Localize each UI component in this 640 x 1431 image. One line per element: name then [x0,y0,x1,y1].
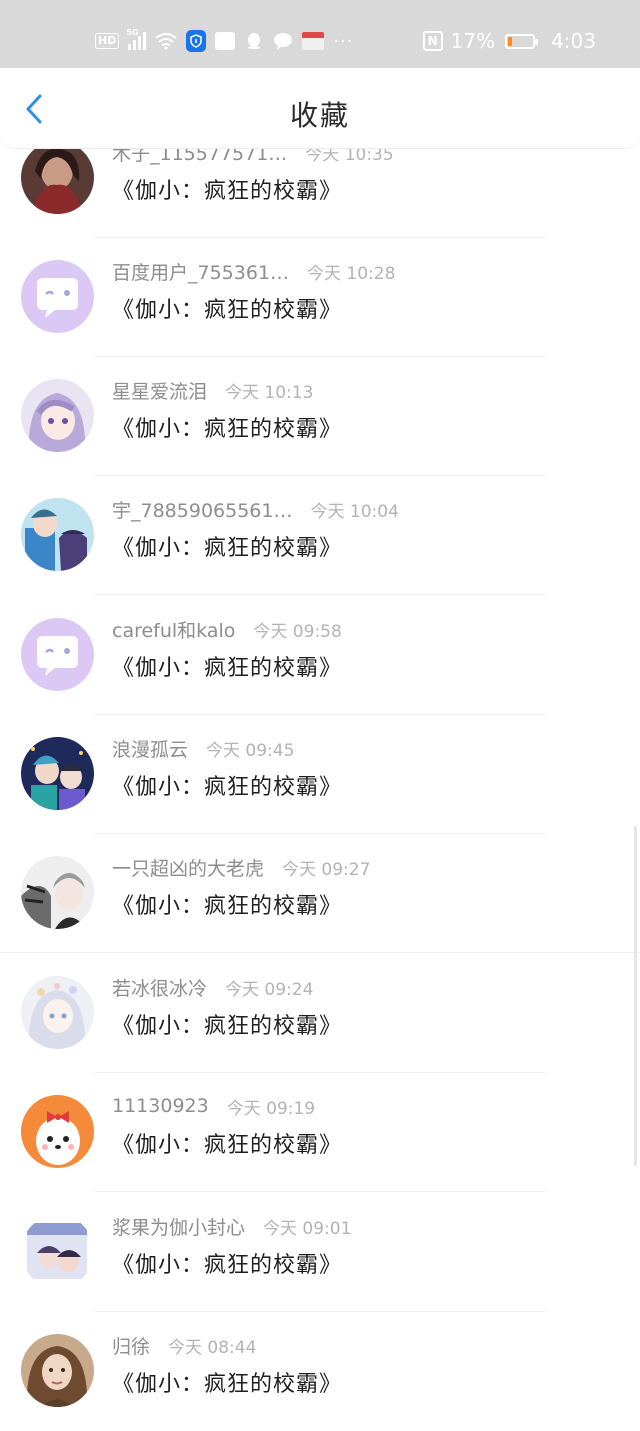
timestamp: 今天 09:19 [226,1098,316,1119]
list-item[interactable]: 浆果为伽小封心 今天 09:01 《伽小：疯狂的校霸》 [0,1193,640,1312]
avatar[interactable] [21,737,94,810]
timestamp: 今天 09:24 [225,979,314,1000]
item-meta: 浆果为伽小封心 今天 09:01 [112,1211,351,1241]
book-title[interactable]: 《伽小：疯狂的校霸》 [112,888,342,920]
avatar[interactable] [21,618,94,691]
wifi-icon [155,33,177,50]
book-title[interactable]: 《伽小：疯狂的校霸》 [112,1127,342,1159]
nfc-icon: N [422,31,443,51]
timestamp: 今天 10:04 [310,501,399,522]
item-meta: careful和kalo 今天 09:58 [112,614,342,644]
item-meta: 11130923 今天 09:19 [112,1091,315,1121]
divider [94,1191,546,1192]
battery-level [508,36,513,46]
book-title[interactable]: 《伽小：疯狂的校霸》 [112,1008,342,1040]
battery-icon [505,33,539,49]
timestamp: 今天 10:28 [307,263,396,284]
username[interactable]: 归徐 [112,1332,150,1359]
book-title[interactable]: 《伽小：疯狂的校霸》 [112,769,342,801]
avatar[interactable] [21,379,94,452]
timestamp: 今天 10:13 [225,382,314,403]
item-meta: 浪漫孤云 今天 09:45 [112,733,294,763]
status-icons-right: N 17% 4:03 [422,26,596,56]
clock: 4:03 [551,29,596,53]
more-notifications-icon: ··· [333,30,354,52]
list-item[interactable]: 一只超凶的大老虎 今天 09:27 《伽小：疯狂的校霸》 [0,834,640,953]
username[interactable]: careful和kalo [112,616,235,643]
signal-icon: 5G [126,28,147,50]
app-notification-icon [302,32,325,50]
notes-app-icon [215,32,236,50]
hd-icon: HD [95,33,120,49]
book-title[interactable]: 《伽小：疯狂的校霸》 [112,292,342,324]
divider [94,594,546,595]
book-title[interactable]: 《伽小：疯狂的校霸》 [112,1366,342,1398]
battery-percent: 17% [450,29,496,53]
timestamp: 今天 09:58 [253,621,342,642]
item-meta: 星星爱流泪 今天 10:13 [112,375,313,405]
avatar[interactable] [21,856,94,929]
username[interactable]: 若冰很冰冷 [112,974,207,1001]
list-item[interactable]: 归徐 今天 08:44 《伽小：疯狂的校霸》 [0,1312,640,1431]
list-item[interactable]: 宇_78859065561… 今天 10:04 《伽小：疯狂的校霸》 [0,476,640,595]
item-meta: 百度用户_755361… 今天 10:28 [112,256,395,286]
list-item[interactable]: 浪漫孤云 今天 09:45 《伽小：疯狂的校霸》 [0,715,640,834]
timestamp: 今天 09:01 [263,1218,352,1239]
divider [0,952,640,953]
list-item[interactable]: 11130923 今天 09:19 《伽小：疯狂的校霸》 [0,1073,640,1192]
avatar[interactable] [21,1215,94,1288]
item-meta: 一只超凶的大老虎 今天 09:27 [112,852,370,882]
avatar[interactable] [21,1095,94,1168]
nav-header: 收藏 [0,68,640,149]
username[interactable]: 11130923 [112,1095,209,1117]
username[interactable]: 一只超凶的大老虎 [112,854,264,881]
message-bubble-icon [274,33,293,50]
book-title[interactable]: 《伽小：疯狂的校霸》 [112,1247,342,1279]
book-title[interactable]: 《伽小：疯狂的校霸》 [112,411,342,443]
username[interactable]: 百度用户_755361… [112,258,289,285]
status-icons-left: HD 5G ··· [95,26,354,56]
username[interactable]: 浆果为伽小封心 [112,1213,245,1240]
book-title[interactable]: 《伽小：疯狂的校霸》 [112,650,342,682]
avatar[interactable] [21,260,94,333]
list-item[interactable]: 星星爱流泪 今天 10:13 《伽小：疯狂的校霸》 [0,357,640,476]
page-title: 收藏 [289,99,350,132]
avatar[interactable] [21,1334,94,1407]
book-title[interactable]: 《伽小：疯狂的校霸》 [112,530,342,562]
list-item[interactable]: 若冰很冰冷 今天 09:24 《伽小：疯狂的校霸》 [0,954,640,1073]
timestamp: 今天 09:27 [282,859,371,880]
network-label: 5G [126,28,139,37]
username[interactable]: 宇_78859065561… [112,496,292,523]
timestamp: 今天 09:45 [206,740,295,761]
shield-icon [186,30,207,52]
item-meta: 若冰很冰冷 今天 09:24 [112,972,313,1002]
avatar[interactable] [21,498,94,571]
timestamp: 今天 08:44 [168,1337,257,1358]
list-item[interactable]: 百度用户_755361… 今天 10:28 《伽小：疯狂的校霸》 [0,238,640,357]
scrollbar[interactable] [634,826,637,1166]
avatar[interactable] [21,976,94,1049]
list-item[interactable]: careful和kalo 今天 09:58 《伽小：疯狂的校霸》 [0,596,640,715]
qq-icon [247,33,262,49]
status-bar: HD 5G ··· N 17% 4:03 [0,0,640,68]
item-meta: 归徐 今天 08:44 [112,1330,256,1360]
username[interactable]: 星星爱流泪 [112,377,207,404]
item-meta: 宇_78859065561… 今天 10:04 [112,494,399,524]
username[interactable]: 浪漫孤云 [112,735,188,762]
